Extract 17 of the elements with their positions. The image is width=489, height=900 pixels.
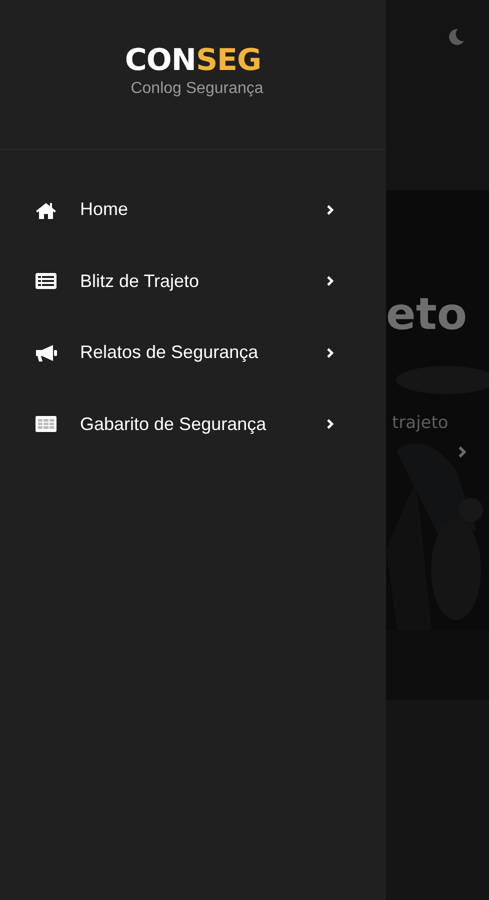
- table-icon: [34, 414, 58, 434]
- logo: CONSEG: [124, 43, 262, 79]
- moon-icon[interactable]: [446, 27, 466, 47]
- menu-item[interactable]: Relatos de Segurança: [0, 317, 386, 388]
- chevron-right-icon: [326, 204, 334, 216]
- hero-subtitle: trajeto: [392, 413, 448, 433]
- menu-item[interactable]: Blitz de Trajeto: [0, 246, 386, 317]
- menu-item[interactable]: Gabarito de Segurança: [0, 388, 386, 460]
- megaphone-icon: [34, 342, 58, 363]
- chevron-right-icon[interactable]: [457, 445, 467, 459]
- menu-item[interactable]: Home: [0, 174, 386, 246]
- chevron-right-icon: [326, 346, 334, 359]
- chevron-right-icon: [326, 275, 334, 288]
- chevron-right-icon: [326, 418, 334, 430]
- logo-subtitle: Conlog Segurança: [130, 79, 264, 99]
- list-icon: [34, 271, 58, 292]
- hero-title: eto: [386, 290, 468, 340]
